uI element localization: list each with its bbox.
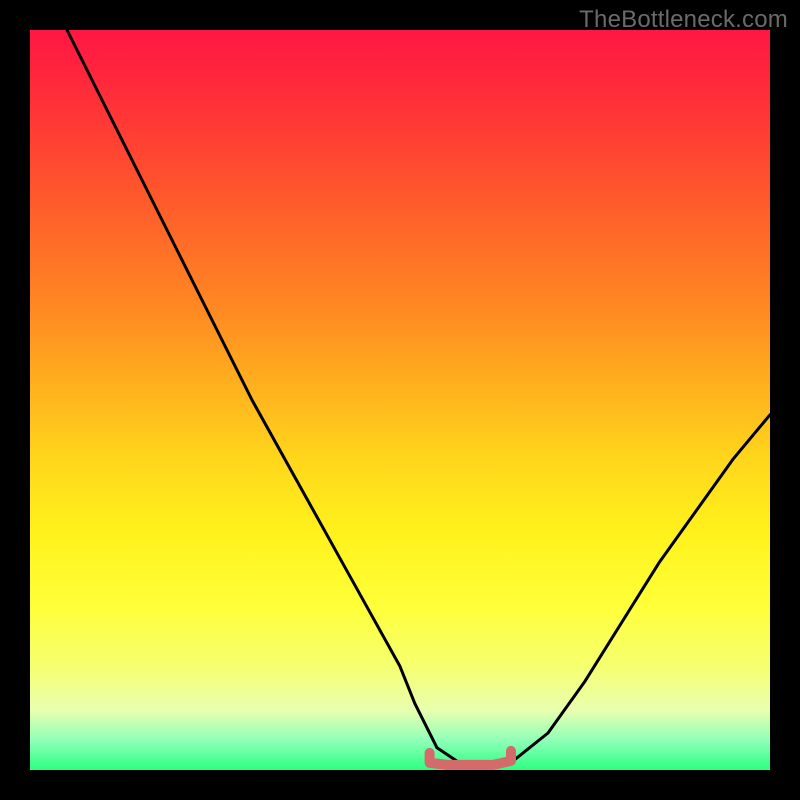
chart-frame: TheBottleneck.com <box>0 0 800 800</box>
plot-area <box>30 30 770 770</box>
watermark-text: TheBottleneck.com <box>579 6 788 34</box>
optimal-range-marker <box>430 751 511 765</box>
curve-layer <box>30 30 770 770</box>
bottleneck-curve <box>67 30 770 766</box>
